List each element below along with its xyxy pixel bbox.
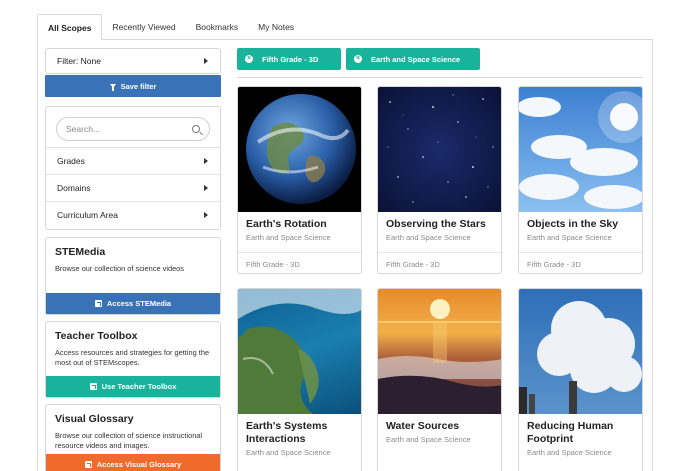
starfield-image: [378, 87, 501, 212]
access-stemedia-button[interactable]: Access STEMedia: [46, 293, 220, 314]
filter-chip-grade[interactable]: × Fifth Grade - 3D: [237, 48, 341, 70]
stemedia-desc: Browse our collection of science videos: [55, 264, 184, 273]
tab-all-scopes[interactable]: All Scopes: [37, 14, 103, 40]
glossary-desc: Browse our collection of science instruc…: [55, 431, 203, 450]
tab-my-notes[interactable]: My Notes: [248, 14, 304, 40]
card-grade: Fifth Grade - 3D: [238, 252, 361, 273]
filter-chip-domain[interactable]: × Earth and Space Science: [346, 48, 480, 70]
search-icon[interactable]: [192, 125, 200, 133]
save-filter-button[interactable]: Save filter: [45, 75, 221, 97]
funnel-icon: [109, 84, 116, 91]
card-grade: Fifth Grade - 3D: [378, 252, 501, 273]
caret-right-icon: [204, 58, 208, 64]
toolbox-desc: Access resources and strategies for gett…: [55, 348, 210, 367]
card-subject: Earth and Space Science: [386, 233, 471, 242]
card-subject: Earth and Space Science: [386, 435, 471, 444]
resource-card[interactable]: Earth's Rotation Earth and Space Science…: [237, 86, 362, 274]
caret-right-icon: [204, 158, 208, 164]
stemedia-title: STEMedia: [55, 246, 106, 258]
toolbox-title: Teacher Toolbox: [55, 330, 138, 342]
chip-label: Fifth Grade - 3D: [262, 54, 319, 64]
card-title: Earth's Systems Interactions: [246, 420, 328, 445]
card-subject: Earth and Space Science: [246, 233, 331, 242]
resource-card[interactable]: Earth's Systems Interactions Earth and S…: [237, 288, 362, 471]
filter-dropdown[interactable]: Filter: None: [46, 49, 220, 73]
stemedia-card: STEMedia Browse our collection of scienc…: [45, 237, 221, 315]
ocean-sunset-image: [378, 289, 501, 414]
card-title: Observing the Stars: [386, 218, 486, 230]
external-link-icon: [89, 383, 97, 390]
resource-card[interactable]: Water Sources Earth and Space Science: [377, 288, 502, 471]
card-title: Reducing Human Footprint: [527, 420, 614, 445]
earth-from-orbit-image: [238, 289, 361, 414]
earth-globe-image: [238, 87, 361, 212]
card-title: Objects in the Sky: [527, 218, 619, 230]
save-filter-label: Save filter: [120, 81, 157, 91]
card-title: Earth's Rotation: [246, 218, 327, 230]
visual-glossary-card: Visual Glossary Browse our collection of…: [45, 404, 221, 471]
search-input[interactable]: Search...: [56, 117, 210, 141]
resource-card[interactable]: Reducing Human Footprint Earth and Space…: [518, 288, 643, 471]
use-toolbox-label: Use Teacher Toolbox: [101, 382, 177, 391]
search-facets-panel: Search... Grades Domains Curriculum Area: [45, 106, 221, 230]
card-grade: Fifth Grade - 3D: [519, 252, 642, 273]
access-stemedia-label: Access STEMedia: [106, 299, 172, 308]
use-teacher-toolbox-button[interactable]: Use Teacher Toolbox: [46, 376, 220, 397]
card-subject: Earth and Space Science: [527, 233, 612, 242]
filter-panel: Filter: None: [45, 48, 221, 74]
facet-label: Grades: [57, 156, 85, 166]
access-glossary-label: Access Visual Glossary: [96, 460, 182, 469]
facet-grades[interactable]: Grades: [46, 147, 220, 174]
external-link-icon: [84, 461, 92, 468]
resource-card[interactable]: Objects in the Sky Earth and Space Scien…: [518, 86, 643, 274]
caret-right-icon: [204, 185, 208, 191]
card-subject: Earth and Space Science: [246, 448, 331, 457]
chips-divider: [237, 77, 643, 78]
frame-right-border: [652, 39, 653, 471]
tab-bookmarks[interactable]: Bookmarks: [186, 14, 249, 40]
caret-right-icon: [204, 212, 208, 218]
filter-label: Filter: None: [57, 56, 101, 66]
smokestack-image: [519, 289, 642, 414]
facet-label: Domains: [57, 183, 91, 193]
scope-tabs: All Scopes Recently Viewed Bookmarks My …: [37, 14, 304, 40]
remove-chip-icon[interactable]: ×: [354, 55, 362, 63]
glossary-title: Visual Glossary: [55, 413, 134, 425]
card-title: Water Sources: [386, 420, 460, 432]
teacher-toolbox-card: Teacher Toolbox Access resources and str…: [45, 321, 221, 398]
resource-card[interactable]: Observing the Stars Earth and Space Scie…: [377, 86, 502, 274]
tab-recently-viewed[interactable]: Recently Viewed: [102, 14, 185, 40]
access-visual-glossary-button[interactable]: Access Visual Glossary: [46, 454, 220, 471]
frame-left-border: [37, 39, 38, 471]
chip-label: Earth and Space Science: [371, 54, 461, 64]
tabs-divider: [37, 39, 653, 40]
sunny-sky-image: [519, 87, 642, 212]
card-subject: Earth and Space Science: [527, 448, 612, 457]
search-placeholder: Search...: [66, 124, 101, 134]
facet-label: Curriculum Area: [57, 210, 118, 220]
facet-curriculum-area[interactable]: Curriculum Area: [46, 201, 220, 228]
facet-domains[interactable]: Domains: [46, 174, 220, 201]
remove-chip-icon[interactable]: ×: [245, 55, 253, 63]
external-link-icon: [94, 300, 102, 307]
